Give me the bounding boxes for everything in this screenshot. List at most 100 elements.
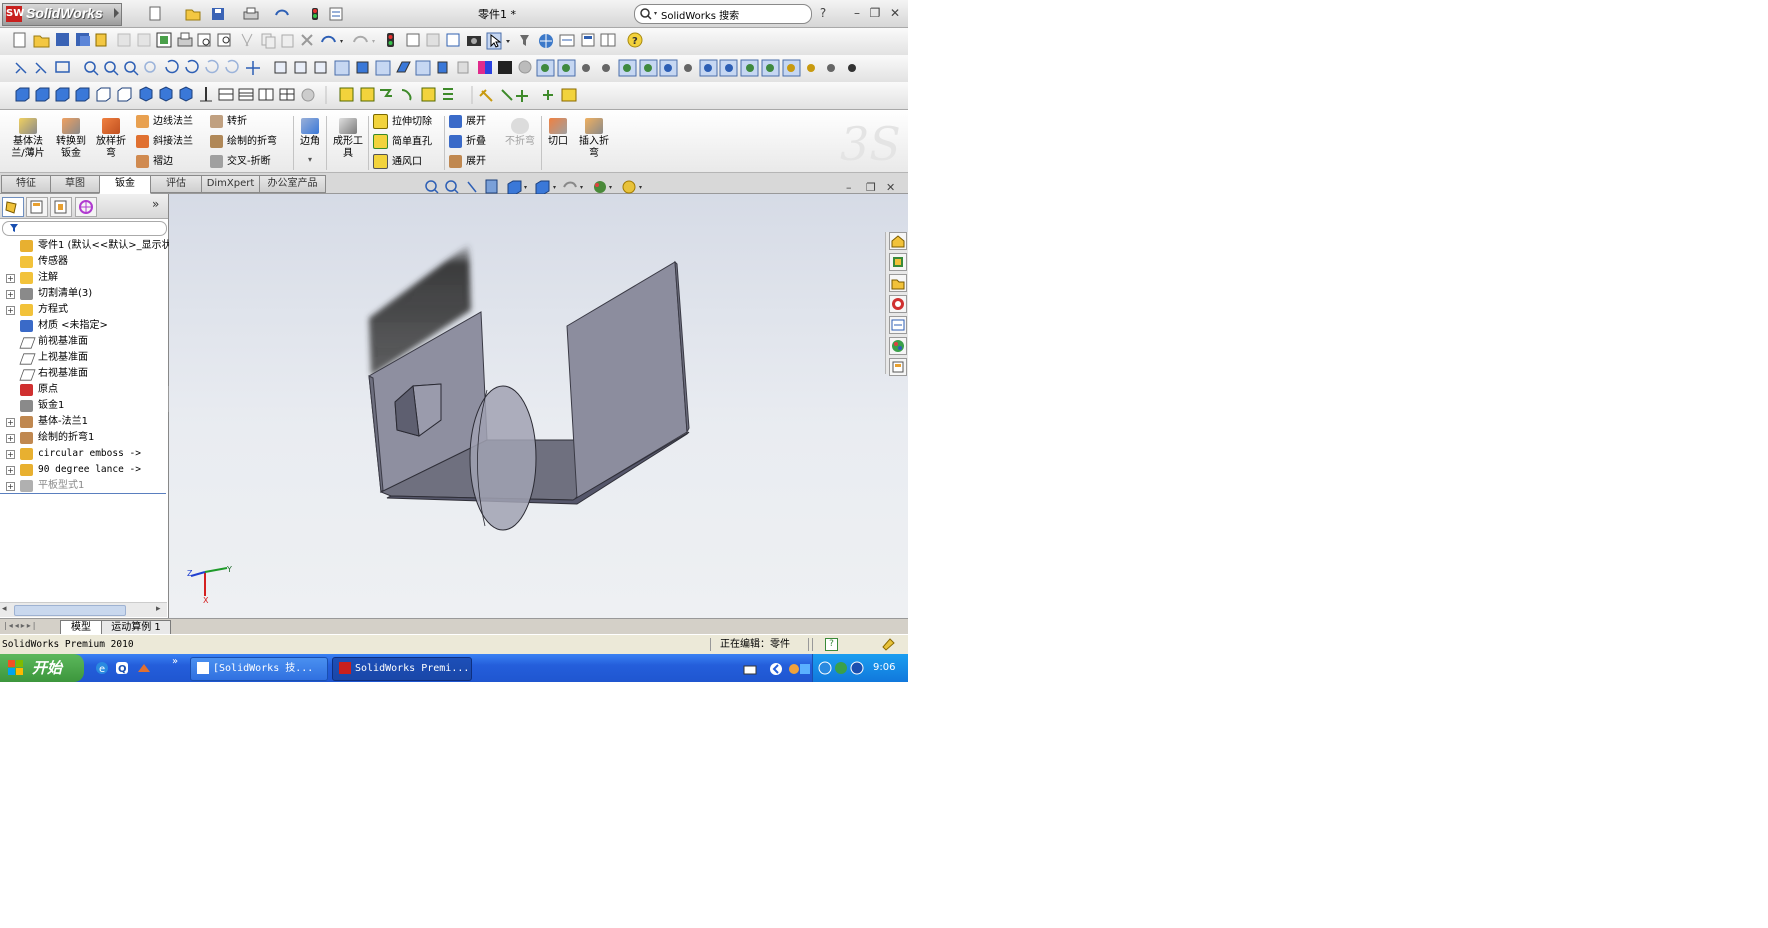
status-help-icon[interactable]: ? — [825, 638, 838, 651]
convert-to-sheet-metal-button[interactable]: 转换到钣金 — [52, 118, 90, 160]
insert-bends-button[interactable]: 插入折弯 — [576, 118, 612, 160]
sketch-line2-icon — [35, 62, 47, 74]
tab-dimxpert[interactable]: DimXpert — [201, 175, 260, 193]
tree-item[interactable]: +90 degree lance -> — [0, 462, 168, 478]
scroll-thumb[interactable] — [14, 605, 126, 616]
scroll-right-icon[interactable]: ▸ — [156, 604, 161, 614]
vent-button[interactable]: 通风口 — [373, 154, 422, 170]
tree-item[interactable]: + 切割清单(3) — [0, 286, 168, 302]
cross-break-button[interactable]: 交叉-折断 — [210, 154, 271, 170]
expand-icon[interactable]: + — [6, 466, 15, 475]
extruded-cut-button[interactable]: 拉伸切除 — [373, 114, 432, 130]
tree-item[interactable]: + 基体-法兰1 — [0, 414, 168, 430]
quick-tips-icon[interactable] — [880, 637, 896, 652]
tab-sketch[interactable]: 草图 — [50, 175, 100, 193]
restore-button[interactable]: ❐ — [868, 6, 882, 20]
miter-flange-button[interactable]: 斜接法兰 — [136, 134, 193, 150]
tab-scroll-arrows-icon[interactable]: |◂◂▸▸| — [4, 621, 37, 630]
flatten-icon — [449, 154, 462, 168]
solidworks-logo-menu[interactable]: SW SolidWorks — [2, 3, 122, 26]
taskbar-item-browser[interactable]: [SolidWorks 技... — [190, 657, 328, 681]
sheet-metal-part-model[interactable] — [169, 194, 908, 618]
minimize-button[interactable]: – — [850, 6, 864, 20]
tab-sheet-metal[interactable]: 钣金 — [99, 175, 151, 194]
tray-icons[interactable] — [817, 660, 867, 676]
menu-arrow-icon[interactable] — [114, 8, 119, 18]
taskbar-item-solidworks[interactable]: SolidWorks Premi... — [332, 657, 472, 681]
no-bends-button[interactable]: 不折弯 — [502, 118, 538, 148]
tab-office-products[interactable]: 办公室产品 — [259, 175, 326, 193]
expand-icon[interactable]: + — [6, 482, 15, 491]
tree-item[interactable]: 零件1 (默认<<默认>_显示状态 — [0, 238, 182, 254]
lofted-bend-button[interactable]: 放样折弯 — [93, 118, 129, 160]
edge-flange-button[interactable]: 边线法兰 — [136, 114, 193, 130]
tree-item[interactable]: + 平板型式1 — [0, 478, 168, 494]
sketched-bend-button[interactable]: 绘制的折弯 — [210, 134, 277, 150]
flatten-button[interactable]: 展开 — [449, 154, 486, 170]
custom-properties-icon[interactable] — [889, 358, 907, 376]
tree-item[interactable]: + 方程式 — [0, 302, 168, 318]
corners-button[interactable]: 边角 ▾ — [296, 118, 324, 166]
tree-item-label: 基体-法兰1 — [38, 416, 88, 427]
tab-motion-study[interactable]: 运动算例 1 — [101, 620, 171, 635]
expand-icon[interactable]: + — [6, 290, 15, 299]
expand-panel-icon[interactable]: » — [152, 197, 159, 211]
scroll-left-icon[interactable]: ◂ — [2, 604, 7, 614]
jog-button[interactable]: 转折 — [210, 114, 247, 130]
configuration-manager-tab[interactable] — [50, 197, 72, 217]
horizontal-scrollbar[interactable]: ◂ ▸ — [0, 602, 167, 617]
hem-button[interactable]: 褶边 — [136, 154, 173, 170]
expand-icon[interactable]: + — [6, 274, 15, 283]
model-tabs-bar: |◂◂▸▸| 模型 运动算例 1 — [0, 618, 908, 635]
graphics-area[interactable]: Y Z X — [169, 194, 908, 618]
doc-close-button[interactable]: ✕ — [886, 181, 895, 194]
tab-evaluate[interactable]: 评估 — [150, 175, 202, 193]
resources-home-icon[interactable] — [889, 232, 907, 250]
search-results-icon[interactable] — [889, 295, 907, 313]
expand-icon[interactable]: + — [6, 306, 15, 315]
expand-icon[interactable]: + — [6, 418, 15, 427]
property-manager-tab[interactable] — [26, 197, 48, 217]
tree-item[interactable]: + 绘制的折弯1 — [0, 430, 168, 446]
dimxpert-manager-tab[interactable] — [75, 197, 97, 217]
ds-watermark-logo: 3S — [840, 117, 900, 170]
forming-tool-button[interactable]: 成形工具 — [330, 118, 366, 160]
feature-manager-tab[interactable] — [2, 197, 24, 217]
tree-item[interactable]: 上视基准面 — [0, 350, 168, 366]
tab-features[interactable]: 特征 — [1, 175, 51, 193]
previous-view-icon — [467, 181, 477, 193]
fold-button[interactable]: 折叠 — [449, 134, 486, 150]
unfold-button[interactable]: 展开 — [449, 114, 486, 130]
design-library-icon[interactable] — [889, 253, 907, 271]
tree-item[interactable]: 材质 <未指定> — [0, 318, 168, 334]
search-box[interactable]: SolidWorks 搜索 — [634, 4, 812, 24]
rip-button[interactable]: 切口 — [544, 118, 572, 148]
rollback-bar[interactable] — [0, 493, 166, 494]
filter-box[interactable] — [2, 221, 167, 236]
show-more-icon[interactable]: » — [172, 656, 178, 667]
tree-item[interactable]: 原点 — [0, 382, 168, 398]
expand-icon[interactable]: + — [6, 450, 15, 459]
appearances-icon[interactable] — [889, 337, 907, 355]
close-button[interactable]: ✕ — [888, 6, 902, 20]
doc-minimize-button[interactable]: – — [846, 181, 852, 194]
base-flange-icon — [19, 118, 37, 134]
start-button[interactable]: 开始 — [0, 654, 84, 682]
tree-item[interactable]: 右视基准面 — [0, 366, 168, 382]
expand-icon[interactable]: + — [6, 434, 15, 443]
tree-item[interactable]: 传感器 — [0, 254, 168, 270]
view-palette-icon[interactable] — [889, 316, 907, 334]
tree-item[interactable]: 钣金1 — [0, 398, 168, 414]
help-button[interactable]: ? — [816, 6, 830, 20]
tree-item[interactable]: + circular emboss -> — [0, 446, 168, 462]
tree-item[interactable]: + 注解 — [0, 270, 168, 286]
quick-launch[interactable]: e Q — [94, 660, 154, 676]
tray-left-icons[interactable] — [742, 661, 812, 677]
file-explorer-icon[interactable] — [889, 274, 907, 292]
doc-restore-button[interactable]: ❐ — [866, 181, 876, 194]
tree-item[interactable]: 前视基准面 — [0, 334, 168, 350]
tree-item-label: 材质 <未指定> — [38, 320, 108, 331]
base-flange-button[interactable]: 基体法兰/薄片 — [7, 118, 49, 160]
simple-hole-button[interactable]: 简单直孔 — [373, 134, 432, 150]
tab-model[interactable]: 模型 — [60, 620, 102, 635]
